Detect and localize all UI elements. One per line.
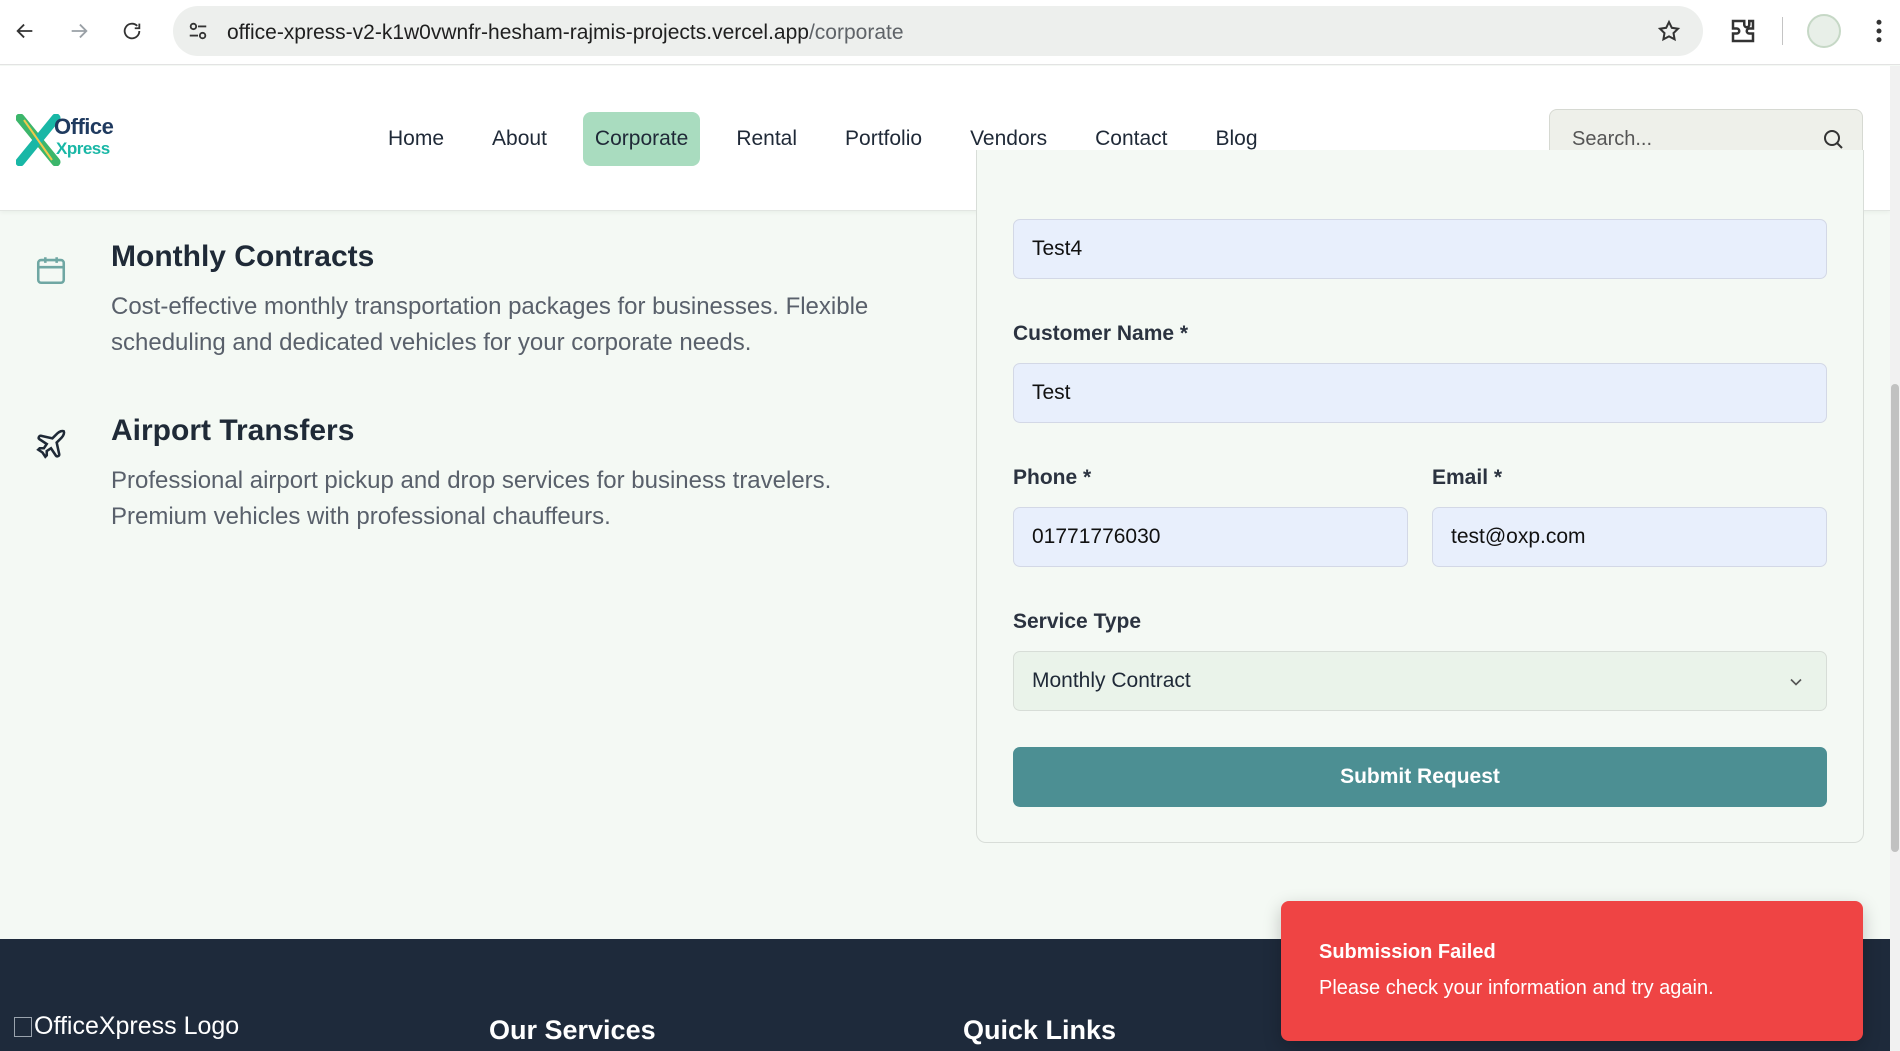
phone-field[interactable]: 01771776030 xyxy=(1013,507,1408,567)
url-text: office-xpress-v2-k1w0vwnfr-hesham-rajmis… xyxy=(227,21,904,45)
back-button[interactable] xyxy=(8,14,42,48)
site-logo[interactable]: Office Xpress xyxy=(16,114,114,166)
toast-message: Please check your information and try ag… xyxy=(1319,977,1714,999)
service-type-value: Monthly Contract xyxy=(1032,669,1191,692)
service-title: Airport Transfers xyxy=(111,414,355,447)
customer-name-label: Customer Name * xyxy=(1013,322,1189,345)
customer-name-field[interactable]: Test xyxy=(1013,363,1827,423)
service-description: Cost-effective monthly transportation pa… xyxy=(111,293,869,356)
error-toast[interactable]: Submission Failed Please check your info… xyxy=(1281,901,1863,1041)
footer-heading-quick-links: Quick Links xyxy=(963,1015,1117,1045)
profile-avatar[interactable] xyxy=(1807,14,1841,48)
extensions-icon[interactable] xyxy=(1728,16,1758,46)
footer-heading-services: Our Services xyxy=(489,1015,656,1045)
service-type-label: Service Type xyxy=(1013,610,1142,633)
plane-icon xyxy=(36,429,66,459)
url-path: /corporate xyxy=(808,21,904,44)
site-settings-icon[interactable] xyxy=(187,20,209,42)
chevron-down-icon xyxy=(1790,678,1802,686)
service-description: Professional airport pickup and drop ser… xyxy=(111,467,832,530)
phone-label: Phone * xyxy=(1013,466,1092,489)
page-scrollbar[interactable] xyxy=(1890,66,1900,1051)
address-bar[interactable]: office-xpress-v2-k1w0vwnfr-hesham-rajmis… xyxy=(173,6,1703,56)
toast-title: Submission Failed xyxy=(1319,941,1496,963)
arrow-right-icon xyxy=(71,23,88,39)
reload-icon xyxy=(123,22,141,40)
submit-request-button[interactable]: Submit Request xyxy=(1013,747,1827,807)
reload-button[interactable] xyxy=(115,14,149,48)
nav-portfolio[interactable]: Portfolio xyxy=(833,112,934,166)
footer-logo-alt-text: OfficeXpress Logo xyxy=(34,1012,240,1040)
service-type-select[interactable]: Monthly Contract xyxy=(1013,651,1827,711)
more-vert-icon[interactable] xyxy=(1864,16,1894,46)
nav-home[interactable]: Home xyxy=(376,112,456,166)
search-icon[interactable] xyxy=(1821,127,1845,151)
scrollbar-thumb[interactable] xyxy=(1891,384,1899,852)
broken-image-icon xyxy=(14,1017,32,1037)
nav-corporate[interactable]: Corporate xyxy=(582,112,701,166)
logo-word-xpress: Xpress xyxy=(56,139,110,158)
calendar-icon xyxy=(36,257,66,285)
arrow-left-icon xyxy=(16,23,33,39)
email-field[interactable]: test@oxp.com xyxy=(1432,507,1827,567)
logo-word-office: Office xyxy=(54,114,114,139)
company-name-field[interactable]: Test4 xyxy=(1013,219,1827,279)
forward-button[interactable] xyxy=(62,14,96,48)
nav-rental[interactable]: Rental xyxy=(724,112,809,166)
nav-about[interactable]: About xyxy=(480,112,559,166)
browser-toolbar: office-xpress-v2-k1w0vwnfr-hesham-rajmis… xyxy=(0,0,1900,65)
email-label: Email * xyxy=(1432,466,1503,489)
footer-logo[interactable]: OfficeXpress Logo xyxy=(14,1012,239,1041)
bookmark-star-icon[interactable] xyxy=(1657,19,1681,43)
service-title: Monthly Contracts xyxy=(111,240,375,273)
toolbar-divider xyxy=(1782,17,1783,45)
url-host: office-xpress-v2-k1w0vwnfr-hesham-rajmis… xyxy=(227,21,809,44)
